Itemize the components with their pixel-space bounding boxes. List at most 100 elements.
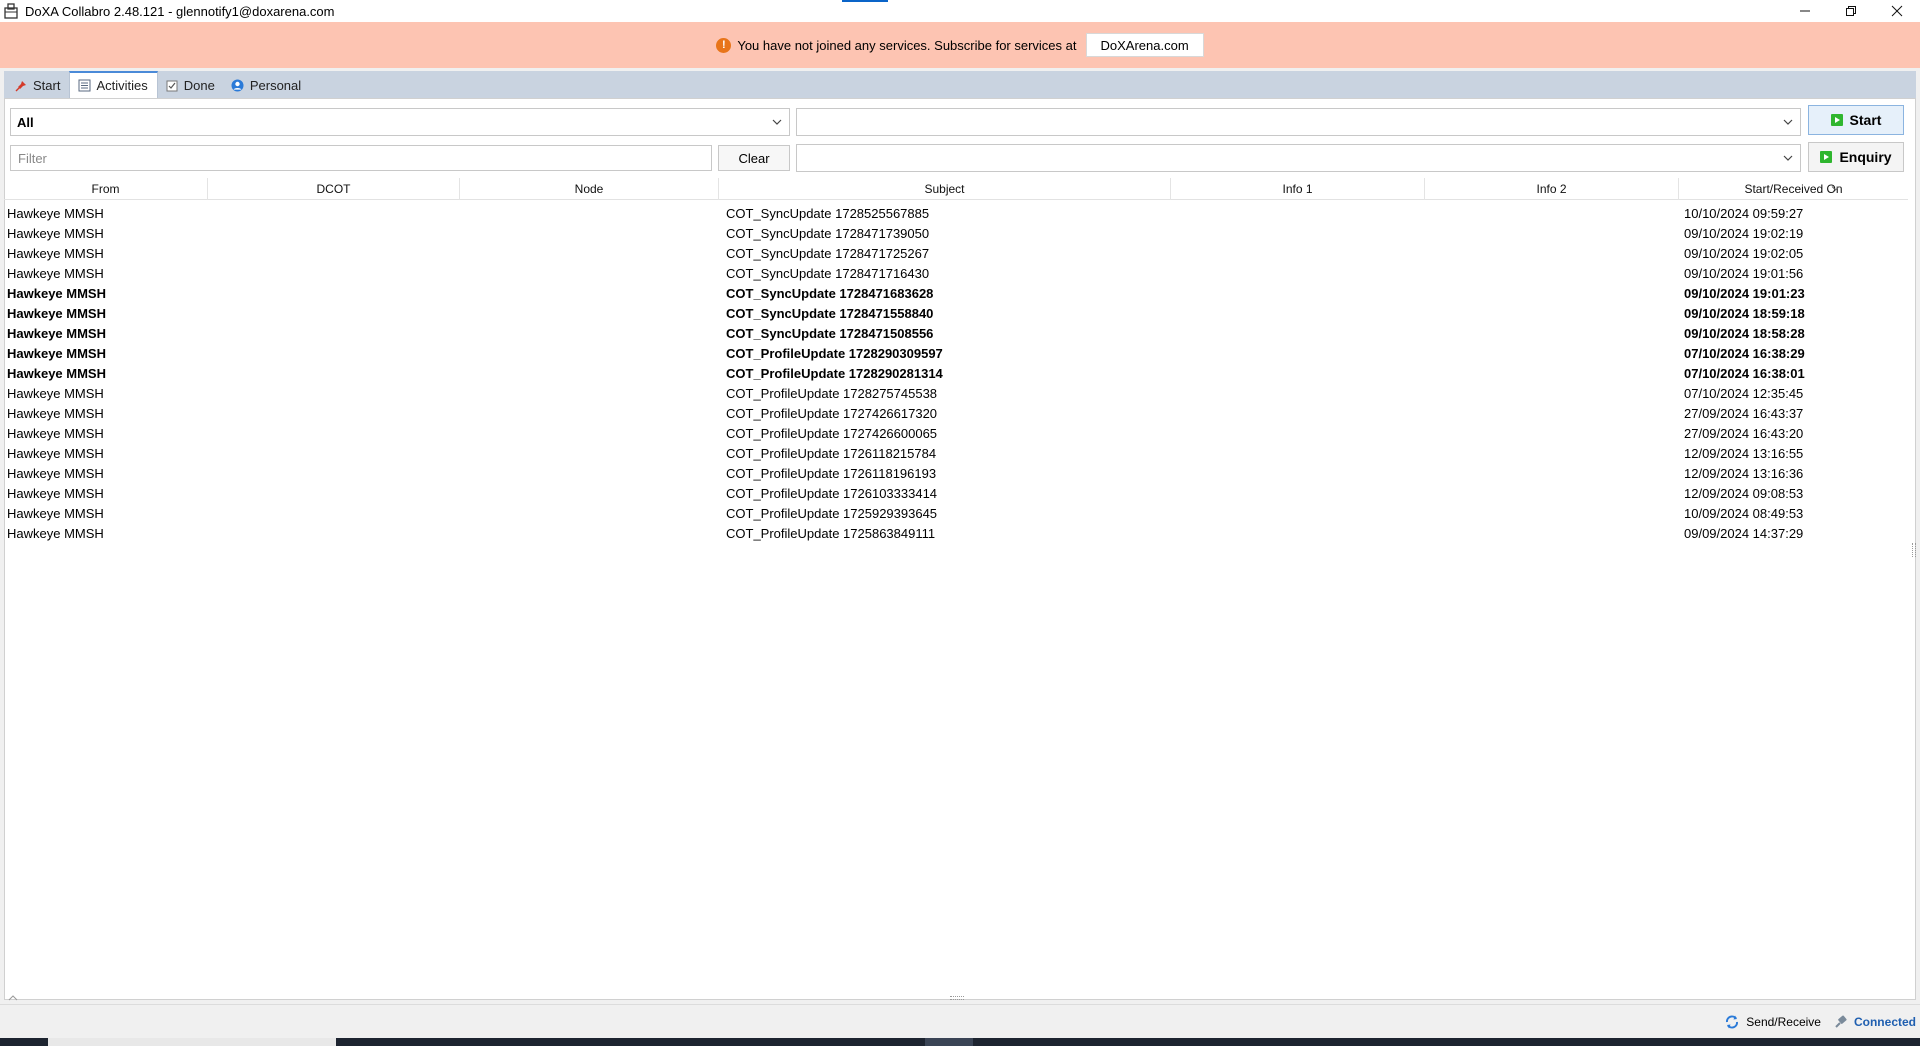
cell-start-received: 09/10/2024 19:01:56 — [1679, 266, 1908, 281]
tertiary-select[interactable] — [796, 144, 1801, 172]
cell-subject: COT_ProfileUpdate 1728290281314 — [719, 366, 1171, 381]
cell-subject: COT_ProfileUpdate 1726118215784 — [719, 446, 1171, 461]
tab-activities[interactable]: Activities — [69, 71, 157, 98]
table-row[interactable]: Hawkeye MMSHCOT_SyncUpdate 1728471558840… — [4, 303, 1908, 323]
table-row[interactable]: Hawkeye MMSHCOT_ProfileUpdate 1726118196… — [4, 463, 1908, 483]
horizontal-splitter-grip[interactable] — [950, 996, 964, 1000]
column-header-from[interactable]: From — [4, 178, 208, 200]
cell-from: Hawkeye MMSH — [4, 386, 208, 401]
cell-from: Hawkeye MMSH — [4, 306, 208, 321]
cell-start-received: 10/09/2024 08:49:53 — [1679, 506, 1908, 521]
splitter-grip[interactable] — [1912, 543, 1916, 557]
table-row[interactable]: Hawkeye MMSHCOT_SyncUpdate 1728471683628… — [4, 283, 1908, 303]
column-header-info1[interactable]: Info 1 — [1171, 178, 1425, 200]
cell-subject: COT_ProfileUpdate 1725863849111 — [719, 526, 1171, 541]
cell-start-received: 07/10/2024 12:35:45 — [1679, 386, 1908, 401]
taskbar-item[interactable] — [48, 1038, 336, 1046]
taskbar-strip — [0, 1038, 1920, 1046]
connection-label: Connected — [1854, 1015, 1916, 1029]
send-receive-button[interactable]: Send/Receive — [1723, 1013, 1821, 1031]
table-row[interactable]: Hawkeye MMSH COT_ProfileUpdate 1727426600… — [4, 423, 1908, 443]
start-button[interactable]: Start — [1808, 105, 1904, 135]
table-row[interactable]: Hawkeye MMSHCOT_ProfileUpdate 1727426617… — [4, 403, 1908, 423]
restore-button[interactable] — [1828, 0, 1874, 22]
cell-start-received: 09/10/2024 18:58:28 — [1679, 326, 1908, 341]
cell-subject: COT_ProfileUpdate 1727426600065 — [719, 426, 1171, 441]
cell-from: Hawkeye MMSH — [4, 346, 208, 361]
connection-status: Connected — [1833, 1014, 1916, 1030]
app-icon — [3, 3, 19, 19]
window-title: DoXA Collabro 2.48.121 - glennotify1@dox… — [25, 4, 335, 19]
checkbox-icon — [165, 79, 179, 93]
column-header-node[interactable]: Node — [460, 178, 719, 200]
sort-descending-icon — [1831, 185, 1840, 192]
cell-from: Hawkeye MMSH — [4, 526, 208, 541]
table-row[interactable]: Hawkeye MMSH COT_ProfileUpdate 1725863849… — [4, 523, 1908, 543]
tab-activities-label: Activities — [96, 78, 147, 93]
column-header-info2[interactable]: Info 2 — [1425, 178, 1679, 200]
table-row[interactable]: Hawkeye MMSH COT_ProfileUpdate 1728290281… — [4, 363, 1908, 383]
column-header-subject[interactable]: Subject — [719, 178, 1171, 200]
tab-done-label: Done — [184, 78, 215, 93]
table-row[interactable]: Hawkeye MMSHCOT_ProfileUpdate 1728290309… — [4, 343, 1908, 363]
tab-personal-label: Personal — [250, 78, 301, 93]
tab-personal[interactable]: Personal — [224, 73, 310, 98]
restore-icon — [1845, 5, 1857, 17]
cell-subject: COT_ProfileUpdate 1728275745538 — [719, 386, 1171, 401]
chevron-down-icon — [1782, 116, 1794, 128]
cell-subject: COT_SyncUpdate 1728471725267 — [719, 246, 1171, 261]
cell-subject: COT_SyncUpdate 1728525567885 — [719, 206, 1171, 221]
secondary-select[interactable] — [796, 108, 1801, 136]
close-icon — [1891, 5, 1903, 17]
cell-from: Hawkeye MMSH — [4, 366, 208, 381]
category-select[interactable]: All — [10, 108, 790, 136]
title-bar: DoXA Collabro 2.48.121 - glennotify1@dox… — [0, 0, 1920, 22]
tab-start[interactable]: Start — [7, 73, 69, 98]
table-row[interactable]: Hawkeye MMSHCOT_SyncUpdate 1728471508556… — [4, 323, 1908, 343]
cell-from: Hawkeye MMSH — [4, 286, 208, 301]
focus-indicator — [842, 0, 888, 2]
minimize-button[interactable] — [1782, 0, 1828, 22]
table-row[interactable]: Hawkeye MMSHCOT_ProfileUpdate 1726103333… — [4, 483, 1908, 503]
clear-button[interactable]: Clear — [718, 145, 790, 171]
tab-start-label: Start — [33, 78, 60, 93]
enquiry-button[interactable]: Enquiry — [1808, 142, 1904, 172]
filter-input[interactable]: Filter — [10, 145, 712, 171]
table-row[interactable]: Hawkeye MMSH COT_ProfileUpdate 1726118215… — [4, 443, 1908, 463]
cell-subject: COT_ProfileUpdate 1725929393645 — [719, 506, 1171, 521]
cell-subject: COT_ProfileUpdate 1726103333414 — [719, 486, 1171, 501]
play-icon — [1820, 151, 1832, 163]
cell-start-received: 07/10/2024 16:38:01 — [1679, 366, 1908, 381]
warning-icon: ! — [716, 38, 731, 53]
minimize-icon — [1799, 5, 1811, 17]
column-header-dcot[interactable]: DCOT — [208, 178, 460, 200]
taskbar-item[interactable] — [925, 1038, 973, 1046]
chevron-down-icon — [1782, 152, 1794, 164]
cell-from: Hawkeye MMSH — [4, 326, 208, 341]
plug-icon — [1833, 1014, 1849, 1030]
table-row[interactable]: Hawkeye MMSHCOT_SyncUpdate 1728471739050… — [4, 223, 1908, 243]
table-row[interactable]: Hawkeye MMSHCOT_SyncUpdate 1728471716430… — [4, 263, 1908, 283]
table-row[interactable]: Hawkeye MMSH COT_ProfileUpdate 1728275745… — [4, 383, 1908, 403]
table-row[interactable]: Hawkeye MMSHCOT_SyncUpdate 1728525567885… — [4, 203, 1908, 223]
table-row[interactable]: Hawkeye MMSH COT_SyncUpdate 1728471725267… — [4, 243, 1908, 263]
grid-header: From DCOT Node Subject Info 1 Info 2 Sta… — [4, 178, 1908, 200]
chevron-up-icon[interactable] — [8, 995, 18, 1001]
column-header-start-received-label: Start/Received On — [1744, 182, 1842, 196]
activity-list: Hawkeye MMSH COT_SyncUpdate 1728525567885… — [4, 203, 1908, 543]
close-button[interactable] — [1874, 0, 1920, 22]
cell-from: Hawkeye MMSH — [4, 246, 208, 261]
sync-icon — [1723, 1013, 1741, 1031]
cell-from: Hawkeye MMSH — [4, 426, 208, 441]
cell-from: Hawkeye MMSH — [4, 446, 208, 461]
cell-from: Hawkeye MMSH — [4, 466, 208, 481]
tab-done[interactable]: Done — [158, 73, 224, 98]
doxarena-link-button[interactable]: DoXArena.com — [1086, 33, 1204, 57]
table-row[interactable]: Hawkeye MMSH COT_ProfileUpdate 1725929393… — [4, 503, 1908, 523]
cell-from: Hawkeye MMSH — [4, 506, 208, 521]
cell-start-received: 12/09/2024 09:08:53 — [1679, 486, 1908, 501]
column-header-start-received[interactable]: Start/Received On — [1679, 178, 1908, 200]
cell-from: Hawkeye MMSH — [4, 226, 208, 241]
cell-start-received: 27/09/2024 16:43:37 — [1679, 406, 1908, 421]
cell-start-received: 09/09/2024 14:37:29 — [1679, 526, 1908, 541]
